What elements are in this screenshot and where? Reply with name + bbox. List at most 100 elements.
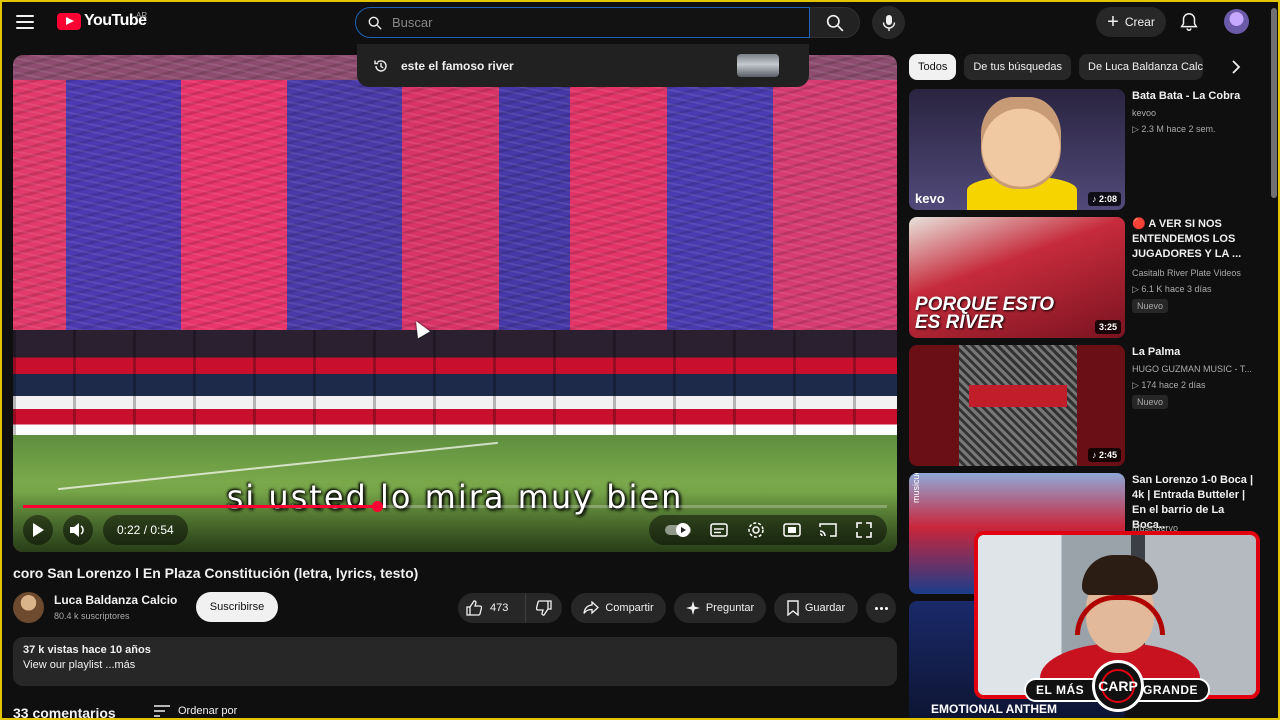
video-player[interactable]: si usted lo mira muy bien 0:22 / 0:54: [13, 55, 897, 552]
river-plate-crest-icon: CARP: [1092, 660, 1144, 712]
play-button[interactable]: [23, 515, 53, 545]
like-count: 473: [490, 602, 509, 614]
video-subtitle: si usted lo mira muy bien: [226, 478, 684, 516]
suggestion-text: este el famoso river: [401, 58, 514, 73]
time-display: 0:22 / 0:54: [103, 515, 188, 545]
thumbnail-text: kevo: [915, 191, 945, 206]
search-box[interactable]: [355, 7, 810, 38]
share-label: Compartir: [605, 602, 654, 614]
chip-channel[interactable]: De Luca Baldanza Calcio: [1079, 54, 1204, 80]
rec-title[interactable]: La Palma: [1132, 345, 1262, 360]
sort-button[interactable]: Ordenar por: [154, 705, 237, 717]
search-icon: [368, 16, 382, 30]
share-icon: [583, 601, 600, 615]
create-button[interactable]: + Crear: [1096, 7, 1166, 37]
progress-bar[interactable]: [23, 501, 887, 512]
video-thumbnail[interactable]: kevo ♪ 2:08: [909, 89, 1125, 210]
theater-mode-icon[interactable]: [783, 523, 801, 537]
rec-meta: ▷ 2.3 M hace 2 sem.: [1132, 124, 1216, 134]
chevron-right-icon[interactable]: [1225, 56, 1247, 78]
stadium-crowd: [13, 55, 897, 345]
description-text: View our playlist ...más: [23, 659, 136, 671]
microphone-icon: [882, 14, 895, 31]
thumbnail-face: [981, 97, 1061, 189]
history-icon: [374, 59, 387, 72]
tag-left-text: EL MÁS: [1036, 683, 1085, 697]
page-scrollbar[interactable]: [1271, 8, 1277, 198]
video-thumbnail[interactable]: PORQUE ESTO ES RIVER 3:25: [909, 217, 1125, 338]
video-thumbnail[interactable]: ♪ 2:45: [909, 345, 1125, 466]
captions-icon[interactable]: [710, 523, 729, 537]
ask-button[interactable]: Preguntar: [674, 593, 766, 623]
sparkle-icon: [685, 601, 700, 615]
share-button[interactable]: Compartir: [571, 593, 666, 623]
rec-title[interactable]: Bata Bata - La Cobra: [1132, 89, 1262, 104]
chip-searches[interactable]: De tus búsquedas: [964, 54, 1072, 80]
dislike-button[interactable]: [526, 593, 562, 623]
autoplay-toggle-icon[interactable]: [664, 522, 692, 538]
like-button[interactable]: 473: [458, 593, 526, 623]
rec-meta: ▷ 174 hace 2 días: [1132, 380, 1206, 390]
fullscreen-icon[interactable]: [855, 522, 872, 538]
rec-channel[interactable]: Casitalb River Plate Videos: [1132, 268, 1241, 278]
suggestion-thumbnail: [737, 54, 779, 77]
bookmark-icon: [787, 600, 799, 616]
save-label: Guardar: [804, 602, 846, 614]
progress-fill: [23, 505, 378, 508]
thumbs-up-icon: [466, 600, 482, 616]
play-icon: [33, 523, 44, 537]
player-controls-left: 0:22 / 0:54: [23, 515, 188, 545]
comments-count: 33 comentarios: [13, 705, 116, 720]
search-button[interactable]: [810, 7, 860, 38]
crest-text: CARP: [1098, 678, 1138, 694]
save-button[interactable]: Guardar: [774, 593, 858, 623]
top-bar: YouTube AR + Crear: [0, 0, 1280, 44]
stadium-banners: [13, 330, 897, 440]
duration-badge: 3:25: [1094, 320, 1121, 334]
plus-icon: +: [1107, 11, 1119, 33]
recommendation-item[interactable]: kevo ♪ 2:08 Bata Bata - La Cobra kevoo ▷…: [909, 89, 1269, 210]
thumbnail-text: musicuervo: [911, 473, 921, 503]
search-icon: [826, 14, 843, 31]
streamer-hair: [1082, 555, 1158, 595]
recommendation-item[interactable]: PORQUE ESTO ES RIVER 3:25 🔴 A VER SI NOS…: [909, 217, 1269, 338]
settings-gear-icon[interactable]: [747, 521, 765, 539]
volume-button[interactable]: [63, 515, 93, 545]
search-suggestion-item[interactable]: este el famoso river: [357, 44, 809, 87]
rec-channel[interactable]: HUGO GUZMAN MUSIC - T...: [1132, 364, 1252, 374]
youtube-play-icon: [57, 12, 81, 30]
menu-icon[interactable]: [16, 11, 40, 33]
create-label: Crear: [1124, 15, 1155, 29]
description-box[interactable]: 37 k vistas hace 10 años View our playli…: [13, 637, 897, 686]
chip-todos[interactable]: Todos: [909, 54, 957, 80]
search-input[interactable]: [392, 15, 772, 30]
notifications-bell-icon[interactable]: [1178, 11, 1200, 33]
sort-label: Ordenar por: [178, 705, 238, 717]
cast-icon[interactable]: [819, 523, 838, 537]
account-avatar[interactable]: [1224, 9, 1249, 34]
streamer-tag: EL MÁS GRANDE CARP: [1024, 660, 1210, 712]
country-code: AR: [136, 11, 148, 20]
voice-search-button[interactable]: [872, 6, 905, 39]
channel-name[interactable]: Luca Baldanza Calcio: [54, 593, 177, 607]
channel-avatar[interactable]: [13, 592, 44, 623]
sort-icon: [154, 705, 170, 717]
rec-title[interactable]: 🔴 A VER SI NOS ENTENDEMOS LOS JUGADORES …: [1132, 217, 1262, 262]
recommendation-item[interactable]: ♪ 2:45 La Palma HUGO GUZMAN MUSIC - T...…: [909, 345, 1269, 466]
duration-badge: ♪ 2:45: [1087, 448, 1121, 462]
thumbnail-text: PORQUE ESTO ES RIVER: [915, 294, 1055, 333]
album-art: [959, 345, 1077, 466]
new-badge: Nuevo: [1132, 395, 1169, 409]
subscribe-button[interactable]: Suscribirse: [196, 592, 278, 622]
ask-label: Preguntar: [705, 602, 755, 614]
youtube-logo[interactable]: YouTube: [57, 12, 147, 30]
views-and-date: 37 k vistas hace 10 años: [23, 644, 151, 656]
like-dislike-group: 473: [458, 593, 562, 623]
rec-meta: ▷ 6.1 K hace 3 días: [1132, 284, 1212, 294]
rec-channel[interactable]: kevoo: [1132, 108, 1156, 118]
duration-badge: ♪ 2:08: [1087, 192, 1121, 206]
volume-icon: [70, 523, 84, 537]
new-badge: Nuevo: [1132, 299, 1169, 313]
more-actions-button[interactable]: [866, 593, 896, 623]
filter-chips: Todos De tus búsquedas De Luca Baldanza …: [909, 54, 1204, 80]
